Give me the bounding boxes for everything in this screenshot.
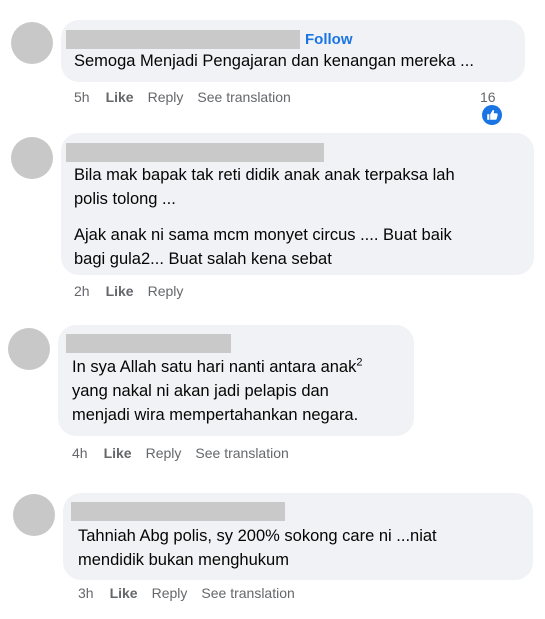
comment-text-line: polis tolong ...: [74, 190, 176, 208]
commenter-name-redacted[interactable]: [66, 30, 300, 49]
comment-text-line: In sya Allah satu hari nanti antara anak…: [72, 355, 362, 379]
comment-text-line: bagi gula2... Buat salah kena sebat: [74, 250, 332, 268]
reply-button[interactable]: Reply: [152, 585, 188, 601]
see-translation-link[interactable]: See translation: [195, 445, 288, 461]
comment-actions: 3h Like Reply See translation: [78, 585, 309, 601]
reply-button[interactable]: Reply: [148, 283, 184, 299]
avatar[interactable]: [11, 137, 53, 179]
comment-actions: 4h Like Reply See translation: [72, 445, 303, 461]
comment-timestamp[interactable]: 3h: [78, 585, 94, 601]
reply-button[interactable]: Reply: [146, 445, 182, 461]
avatar[interactable]: [11, 22, 53, 64]
like-button[interactable]: Like: [110, 585, 138, 601]
like-button[interactable]: Like: [106, 89, 134, 105]
avatar[interactable]: [8, 328, 50, 370]
comment-text-line: Semoga Menjadi Pengajaran dan kenangan m…: [74, 52, 474, 70]
comment-actions: 5h Like Reply See translation: [74, 89, 305, 105]
commenter-name-redacted[interactable]: [71, 502, 285, 521]
superscript: 2: [356, 356, 363, 369]
reply-button[interactable]: Reply: [148, 89, 184, 105]
comment-text-line: Tahniah Abg polis, sy 200% sokong care n…: [78, 527, 437, 545]
reaction-summary[interactable]: 16: [480, 88, 502, 126]
comment-text-line: yang nakal ni akan jadi pelapis dan: [72, 382, 329, 400]
comment-text-segment: In sya Allah satu hari nanti antara anak: [72, 358, 357, 376]
like-thumb-icon: [482, 105, 502, 126]
see-translation-link[interactable]: See translation: [197, 89, 290, 105]
comment-timestamp[interactable]: 5h: [74, 89, 90, 105]
see-translation-link[interactable]: See translation: [201, 585, 294, 601]
comment-text-line: menjadi wira mempertahankan negara.: [72, 406, 359, 424]
comment-text-line: Ajak anak ni sama mcm monyet circus ....…: [74, 226, 452, 244]
comment-text-line: mendidik bukan menghukum: [78, 551, 289, 569]
comment-timestamp[interactable]: 4h: [72, 445, 88, 461]
avatar[interactable]: [13, 494, 55, 536]
commenter-name-redacted[interactable]: [66, 334, 231, 353]
comment-text-line: Bila mak bapak tak reti didik anak anak …: [74, 166, 455, 184]
comment-timestamp[interactable]: 2h: [74, 283, 90, 299]
follow-button[interactable]: Follow: [305, 30, 353, 49]
reaction-count: 16: [480, 89, 496, 106]
like-button[interactable]: Like: [106, 283, 134, 299]
comment-actions: 2h Like Reply: [74, 283, 197, 299]
like-button[interactable]: Like: [104, 445, 132, 461]
commenter-name-redacted[interactable]: [66, 143, 324, 162]
